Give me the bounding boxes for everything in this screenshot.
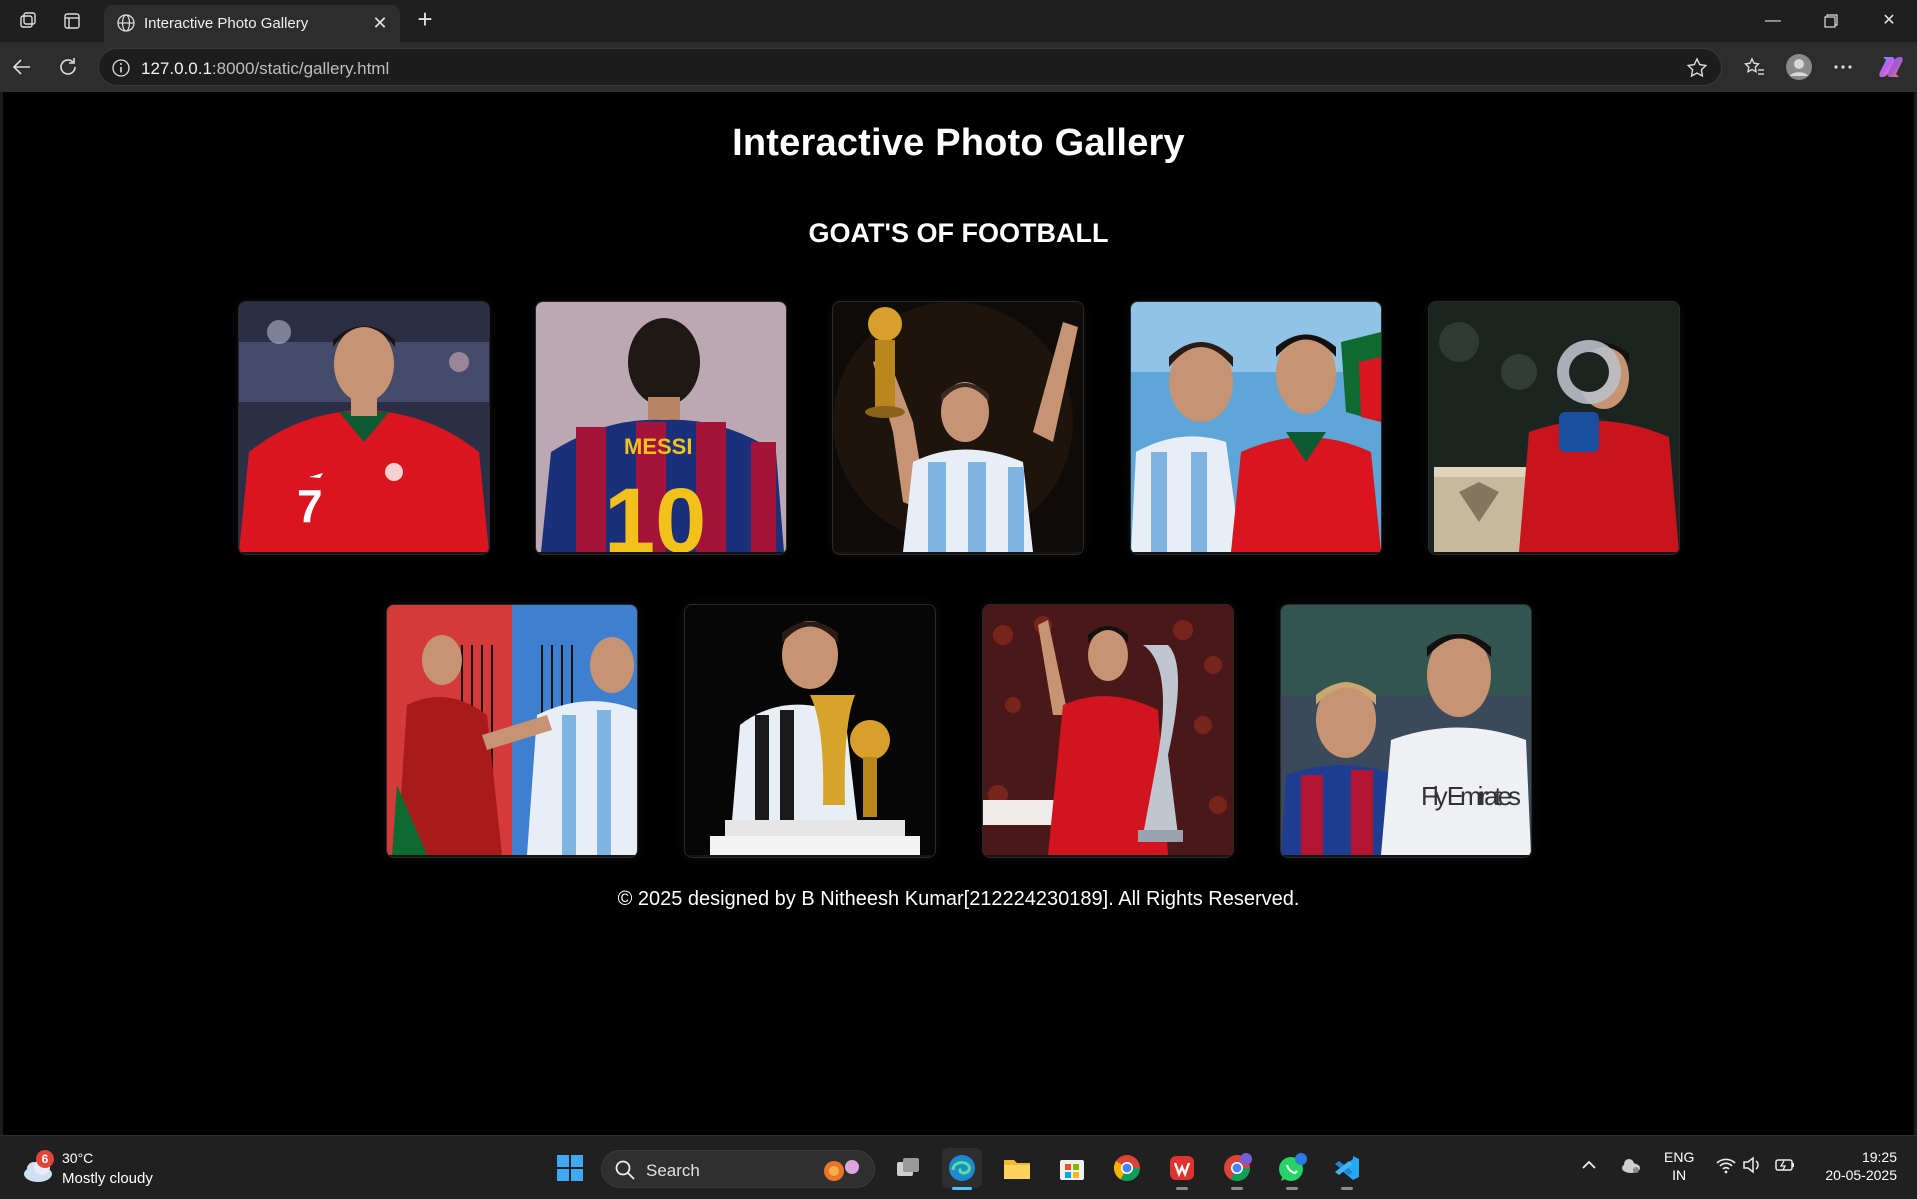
svg-text:MESSI: MESSI [624, 434, 692, 459]
file-explorer-icon[interactable] [997, 1148, 1037, 1188]
search-highlight-icon [820, 1157, 862, 1183]
system-clock[interactable]: 19:25 20-05-2025 [1825, 1148, 1897, 1184]
active-indicator [952, 1187, 972, 1190]
footer-copyright: © 2025 designed by B Nitheesh Kumar[2122… [617, 888, 1300, 910]
battery-icon[interactable] [1774, 1156, 1796, 1177]
browser-title-bar: Interactive Photo Gallery ✕ + — ✕ [0, 0, 1917, 42]
page-viewport: Interactive Photo Gallery GOAT'S OF FOOT… [3, 92, 1914, 1135]
wifi-icon[interactable] [1715, 1156, 1737, 1177]
running-indicator [1176, 1187, 1188, 1190]
gallery-card-2[interactable]: MESSI 10 [535, 301, 787, 555]
weather-temperature[interactable]: 30°C [62, 1150, 93, 1166]
url-text: 127.0.0.1:8000/static/gallery.html [141, 59, 389, 79]
url-host: 127.0.0.1 [141, 59, 212, 78]
copilot-icon[interactable] [1877, 53, 1905, 81]
photo-messi-ronaldo-flags[interactable] [1131, 302, 1381, 552]
photo-ronaldo-nations-league-trophy[interactable] [1429, 302, 1679, 552]
svg-text:10: 10 [604, 470, 706, 552]
taskbar-search[interactable]: Search [601, 1150, 875, 1188]
gallery-card-6[interactable] [386, 604, 638, 858]
vscode-icon[interactable] [1327, 1148, 1367, 1190]
weather-description[interactable]: Mostly cloudy [62, 1170, 153, 1187]
chrome-profile-icon[interactable] [1217, 1148, 1257, 1190]
running-indicator [1286, 1187, 1298, 1190]
microsoft-store-icon[interactable] [1052, 1148, 1092, 1188]
photo-messi-golden-ball[interactable] [833, 302, 1083, 552]
show-hidden-icons[interactable] [1580, 1156, 1598, 1177]
close-window-icon[interactable]: ✕ [1867, 8, 1911, 34]
whatsapp-icon[interactable] [1272, 1148, 1312, 1190]
svg-text:Fly Emirates: Fly Emirates [1421, 781, 1521, 811]
refresh-icon[interactable] [54, 53, 82, 81]
running-indicator [1231, 1187, 1243, 1190]
tab-title: Interactive Photo Gallery [144, 15, 309, 32]
onedrive-icon[interactable] [1620, 1156, 1642, 1177]
restore-icon[interactable] [1809, 8, 1853, 34]
photo-ronaldo-messi-split[interactable] [387, 605, 637, 855]
gallery-card-9[interactable]: Fly Emirates [1280, 604, 1532, 858]
search-label: Search [646, 1161, 700, 1180]
favorite-star-icon[interactable] [1685, 56, 1709, 80]
language-code: ENG [1664, 1149, 1695, 1165]
gallery-card-4[interactable] [1130, 301, 1382, 555]
edge-browser-icon[interactable] [942, 1148, 982, 1190]
close-tab-icon[interactable]: ✕ [368, 11, 392, 35]
running-indicator [1341, 1187, 1353, 1190]
photo-ronaldo-portugal-7[interactable]: 7 [239, 302, 489, 552]
gallery-card-1[interactable]: 7 [238, 301, 490, 555]
page-title: Interactive Photo Gallery [732, 122, 1185, 164]
gallery-heading: GOAT'S OF FOOTBALL [808, 218, 1109, 248]
wps-office-icon[interactable] [1162, 1148, 1202, 1190]
address-bar[interactable]: 127.0.0.1:8000/static/gallery.html [98, 48, 1722, 86]
search-icon [614, 1159, 636, 1181]
browser-toolbar: 127.0.0.1:8000/static/gallery.html [0, 42, 1917, 92]
photo-messi-barcelona-back-10[interactable]: MESSI 10 [536, 302, 786, 552]
photo-messi-kissing-world-cup[interactable] [685, 605, 935, 855]
favorites-icon[interactable] [1740, 53, 1768, 81]
tab-actions-icon[interactable] [60, 9, 84, 33]
globe-icon [116, 13, 136, 33]
windows-taskbar: 6 30°C Mostly cloudy Search ENG IN 19:25… [0, 1135, 1917, 1199]
new-tab-icon[interactable]: + [411, 6, 439, 34]
tab-active[interactable]: Interactive Photo Gallery ✕ [104, 5, 400, 42]
more-options-icon[interactable] [1829, 53, 1857, 81]
volume-icon[interactable] [1742, 1156, 1762, 1177]
back-icon[interactable] [8, 53, 36, 81]
language-indicator[interactable]: ENG IN [1664, 1148, 1694, 1184]
task-view-icon[interactable] [888, 1148, 928, 1188]
clock-time: 19:25 [1861, 1149, 1897, 1165]
svg-text:7: 7 [297, 480, 323, 532]
site-info-icon[interactable] [111, 58, 131, 78]
chrome-icon[interactable] [1107, 1148, 1147, 1188]
gallery-card-7[interactable] [684, 604, 936, 858]
profile-avatar[interactable] [1785, 53, 1813, 81]
gallery-card-3[interactable] [832, 301, 1084, 555]
start-windows-icon[interactable] [550, 1148, 590, 1188]
region-code: IN [1672, 1167, 1687, 1183]
url-path: :8000/static/gallery.html [211, 59, 390, 78]
clock-date: 20-05-2025 [1825, 1167, 1897, 1183]
workspaces-icon[interactable] [16, 9, 40, 33]
photo-ronaldo-trophy-celebration[interactable] [983, 605, 1233, 855]
photo-messi-ronaldo-together[interactable]: Fly Emirates [1281, 605, 1531, 855]
gallery-card-8[interactable] [982, 604, 1234, 858]
minimize-icon[interactable]: — [1751, 8, 1795, 34]
weather-badge: 6 [36, 1150, 54, 1168]
gallery-card-5[interactable] [1428, 301, 1680, 555]
